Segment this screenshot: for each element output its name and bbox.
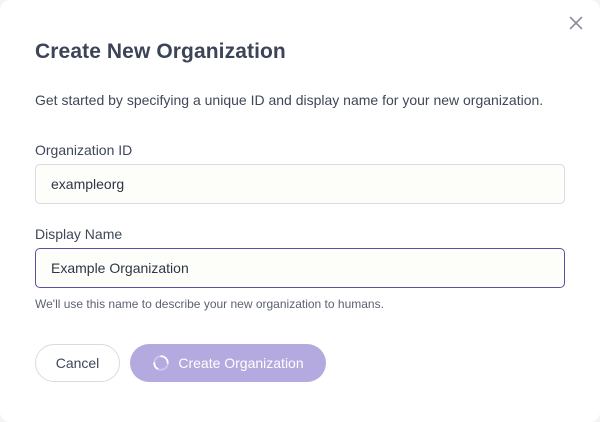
cancel-button[interactable]: Cancel	[35, 344, 120, 382]
create-organization-dialog: Create New Organization Get started by s…	[0, 0, 600, 422]
spinner-icon	[153, 355, 169, 371]
display-name-hint: We'll use this name to describe your new…	[35, 297, 384, 311]
organization-id-input[interactable]	[35, 164, 565, 204]
close-icon	[569, 16, 583, 30]
close-button[interactable]	[565, 12, 587, 34]
display-name-label: Display Name	[35, 226, 123, 242]
dialog-subtitle: Get started by specifying a unique ID an…	[35, 92, 544, 108]
create-organization-button[interactable]: Create Organization	[130, 344, 326, 382]
organization-id-label: Organization ID	[35, 142, 133, 158]
dialog-title: Create New Organization	[35, 40, 286, 63]
create-organization-label: Create Organization	[178, 355, 304, 371]
display-name-input[interactable]	[35, 248, 565, 288]
